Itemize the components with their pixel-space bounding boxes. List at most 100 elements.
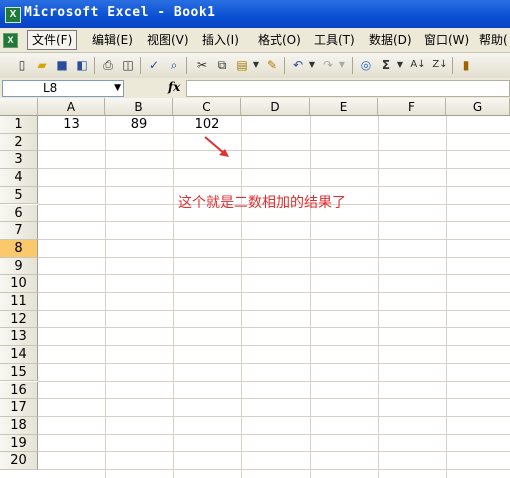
row-header-3[interactable]: 3 <box>0 151 38 170</box>
toolbar-separator <box>94 57 95 74</box>
column-gridline <box>446 116 447 478</box>
row-header-6[interactable]: 6 <box>0 204 38 223</box>
name-box-dropdown-icon[interactable]: ▼ <box>114 81 121 96</box>
row-header-18[interactable]: 18 <box>0 416 38 435</box>
menu-edit[interactable]: 编辑(E) <box>88 31 137 49</box>
column-header-e[interactable]: E <box>310 98 378 116</box>
column-gridline <box>105 116 106 478</box>
sort-descending-icon[interactable]: Z↓ <box>432 57 448 73</box>
name-box[interactable]: L8 ▼ <box>2 80 124 97</box>
row-header-9[interactable]: 9 <box>0 257 38 276</box>
copy-icon[interactable]: ⧉ <box>214 57 230 73</box>
menu-view[interactable]: 视图(V) <box>143 31 193 49</box>
menu-format[interactable]: 格式(O) <box>254 31 305 49</box>
title-bar: X Microsoft Excel - Book1 <box>0 0 510 28</box>
paste-dropdown-icon[interactable]: ▼ <box>248 57 264 73</box>
menu-bar: X 文件(F) 编辑(E) 视图(V) 插入(I) 格式(O) 工具(T) 数据… <box>0 28 510 53</box>
row-gridline <box>38 345 510 347</box>
row-header-11[interactable]: 11 <box>0 293 38 311</box>
cell-a1[interactable]: 13 <box>38 116 105 134</box>
column-header-g[interactable]: G <box>446 98 510 116</box>
row-gridline <box>38 433 510 435</box>
row-header-4[interactable]: 4 <box>0 169 38 187</box>
row-header-5[interactable]: 5 <box>0 186 38 205</box>
column-header-c[interactable]: C <box>173 98 241 116</box>
new-icon[interactable]: ▯ <box>14 57 30 73</box>
column-gridline <box>241 116 242 478</box>
permission-icon[interactable]: ◧ <box>74 57 90 73</box>
sort-ascending-icon[interactable]: A↓ <box>410 57 426 73</box>
cut-icon[interactable]: ✂ <box>194 57 210 73</box>
undo-dropdown-icon[interactable]: ▼ <box>304 57 320 73</box>
row-gridline <box>38 256 510 258</box>
row-gridline <box>38 292 510 293</box>
column-gridline <box>378 116 379 478</box>
row-gridline <box>38 415 510 417</box>
row-gridline <box>38 398 510 400</box>
column-header-b[interactable]: B <box>105 98 173 116</box>
autosum-dropdown-icon[interactable]: ▼ <box>392 57 408 73</box>
workbook-icon[interactable]: X <box>3 33 18 48</box>
window-title: Microsoft Excel - Book1 <box>24 5 216 20</box>
row-gridline <box>38 150 510 152</box>
hyperlink-icon[interactable]: ◎ <box>358 57 374 73</box>
print-icon[interactable]: ⎙ <box>100 57 116 73</box>
row-header-10[interactable]: 10 <box>0 275 38 293</box>
row-gridline <box>38 327 510 329</box>
row-header-12[interactable]: 12 <box>0 310 38 329</box>
row-header-20[interactable]: 20 <box>0 452 38 470</box>
toolbar-separator <box>452 57 453 74</box>
column-header-a[interactable]: A <box>38 98 105 116</box>
name-box-value: L8 <box>43 81 58 95</box>
menu-data[interactable]: 数据(D) <box>365 31 416 49</box>
row-header-2[interactable]: 2 <box>0 133 38 152</box>
column-gridline <box>173 116 174 478</box>
row-header-7[interactable]: 7 <box>0 222 38 240</box>
insert-function-icon[interactable]: fx <box>168 80 180 94</box>
column-header-d[interactable]: D <box>241 98 310 116</box>
save-icon[interactable]: ■ <box>54 57 70 73</box>
row-gridline <box>38 309 510 311</box>
menu-insert[interactable]: 插入(I) <box>198 31 243 49</box>
row-gridline <box>38 362 510 364</box>
toolbar-separator <box>140 57 141 74</box>
excel-app-icon: X <box>5 7 21 23</box>
column-gridline <box>310 116 311 478</box>
row-header-14[interactable]: 14 <box>0 346 38 364</box>
row-header-17[interactable]: 17 <box>0 399 38 417</box>
formula-bar: L8 ▼ fx <box>0 78 510 99</box>
row-header-8[interactable]: 8 <box>0 239 38 258</box>
row-header-16[interactable]: 16 <box>0 381 38 400</box>
toolbar-separator <box>352 57 353 74</box>
row-header-19[interactable]: 19 <box>0 434 38 453</box>
row-gridline <box>38 451 510 453</box>
menu-window[interactable]: 窗口(W) <box>420 31 473 49</box>
print-preview-icon[interactable]: ◫ <box>120 57 136 73</box>
formula-input[interactable] <box>186 80 510 97</box>
cell-b1[interactable]: 89 <box>105 116 173 134</box>
row-header-13[interactable]: 13 <box>0 328 38 347</box>
row-header-15[interactable]: 15 <box>0 363 38 382</box>
row-gridline <box>38 238 510 240</box>
menu-help[interactable]: 帮助( <box>475 31 510 49</box>
format-painter-icon[interactable]: ✎ <box>264 57 280 73</box>
annotation-text: 这个就是二数相加的结果了 <box>178 195 346 211</box>
row-gridline <box>38 185 510 187</box>
row-gridline <box>38 168 510 170</box>
menu-tools[interactable]: 工具(T) <box>310 31 359 49</box>
toolbar-separator <box>186 57 187 74</box>
select-all-corner[interactable] <box>0 98 38 116</box>
row-header-1[interactable]: 1 <box>0 116 38 134</box>
column-header-f[interactable]: F <box>378 98 446 116</box>
redo-dropdown-icon[interactable]: ▼ <box>334 57 350 73</box>
menu-file[interactable]: 文件(F) <box>27 30 78 50</box>
standard-toolbar: ▯ ▰ ■ ◧ ⎙ ◫ ✓ ⌕ ✂ ⧉ ▤ ▼ ✎ ↶ ▼ ↷ ▼ ◎ Σ ▼ … <box>0 53 510 79</box>
spelling-icon[interactable]: ✓ <box>146 57 162 73</box>
cell-c1[interactable]: 102 <box>173 116 241 134</box>
chart-wizard-icon[interactable]: ▮ <box>458 57 474 73</box>
row-gridline <box>38 380 510 382</box>
worksheet-grid: A B C D E F G 1 2 3 4 5 6 7 8 9 10 11 12 13 14 15 16 17 1… <box>0 98 510 478</box>
open-icon[interactable]: ▰ <box>34 57 50 73</box>
red-arrow-icon <box>204 136 229 157</box>
research-icon[interactable]: ⌕ <box>166 57 182 73</box>
